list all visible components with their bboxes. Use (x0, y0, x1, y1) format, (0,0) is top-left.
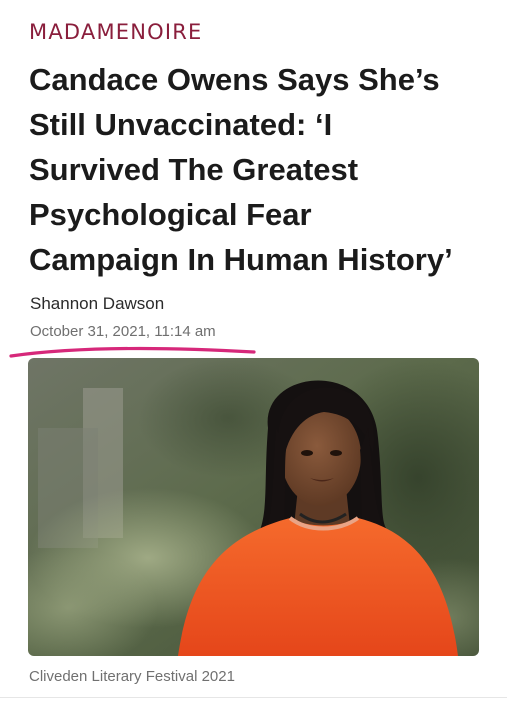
headline-line: Survived The Greatest (29, 152, 359, 187)
divider (0, 697, 507, 698)
image-caption: Cliveden Literary Festival 2021 (29, 668, 235, 685)
site-logo[interactable]: MADAMENOIRE (29, 20, 203, 44)
article-page: MADAMENOIRE Candace Owens Says She’s Sti… (0, 0, 507, 703)
headline-line: Candace Owens Says She’s (29, 62, 440, 97)
publish-date: October 31, 2021, 11:14 am (30, 323, 216, 340)
article-headline: Candace Owens Says She’s Still Unvaccina… (29, 57, 489, 282)
portrait-photo (28, 358, 479, 656)
author-name[interactable]: Shannon Dawson (30, 294, 164, 314)
headline-line: Still Unvaccinated: ‘I (29, 107, 333, 142)
article-hero-image[interactable] (28, 358, 479, 656)
headline-line: Campaign In Human History’ (29, 242, 453, 277)
headline-line: Psychological Fear (29, 197, 312, 232)
